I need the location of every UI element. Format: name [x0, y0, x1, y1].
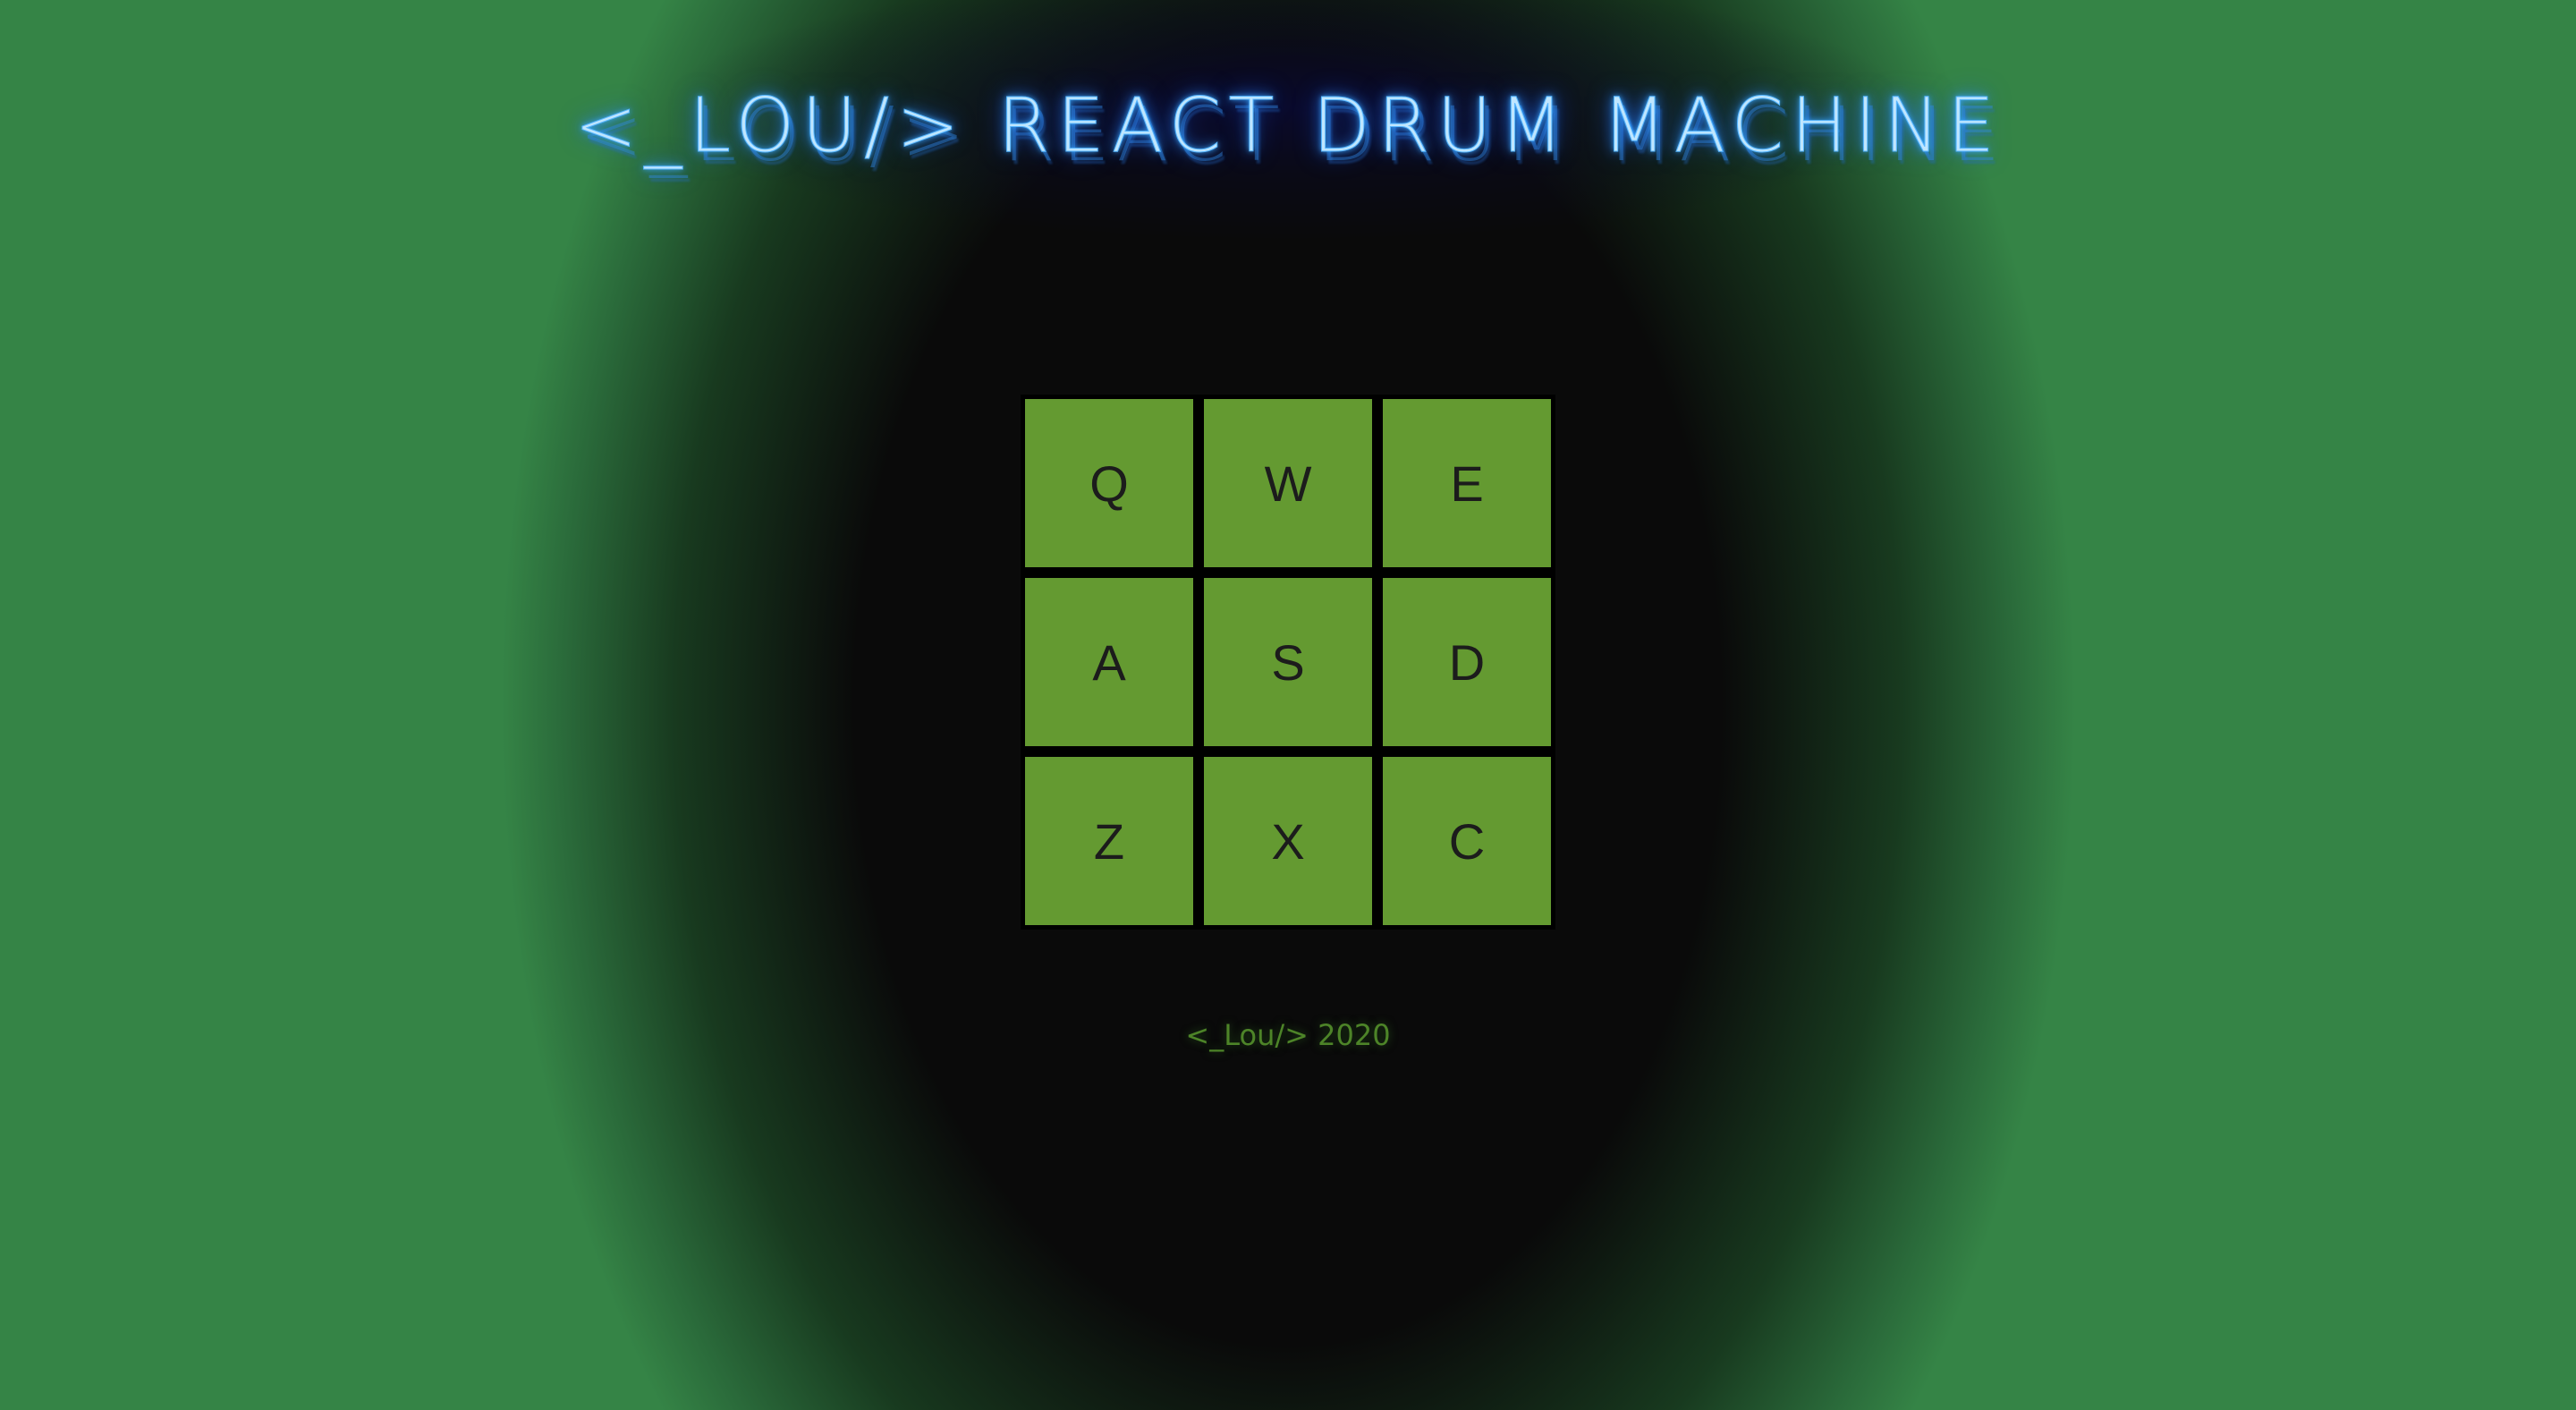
- drum-pad-d[interactable]: D: [1383, 578, 1551, 746]
- drum-pad-label: Q: [1089, 454, 1129, 512]
- drum-pad-e[interactable]: E: [1383, 399, 1551, 567]
- drum-pad-label: S: [1271, 633, 1305, 691]
- drum-pad-q[interactable]: Q: [1025, 399, 1193, 567]
- page-title: <_Lou/> React Drum Machine: [574, 81, 2002, 170]
- drum-pad-label: A: [1092, 633, 1126, 691]
- drum-pad-a[interactable]: A: [1025, 578, 1193, 746]
- drum-pad-grid: Q W E A S D Z X C: [1025, 399, 1551, 925]
- drum-pad-w[interactable]: W: [1204, 399, 1372, 567]
- drum-pad-label: C: [1448, 812, 1486, 870]
- drum-pad-label: W: [1264, 454, 1312, 512]
- drum-pad-z[interactable]: Z: [1025, 757, 1193, 925]
- drum-pad-label: D: [1448, 633, 1486, 691]
- drum-pad-c[interactable]: C: [1383, 757, 1551, 925]
- drum-pad-s[interactable]: S: [1204, 578, 1372, 746]
- drum-pad-x[interactable]: X: [1204, 757, 1372, 925]
- drum-pad-label: E: [1450, 454, 1484, 512]
- drum-pad-board: Q W E A S D Z X C: [1021, 395, 1555, 930]
- drum-pad-label: X: [1271, 812, 1305, 870]
- drum-pad-label: Z: [1093, 812, 1125, 870]
- footer-credit: <_Lou/> 2020: [1185, 1018, 1391, 1052]
